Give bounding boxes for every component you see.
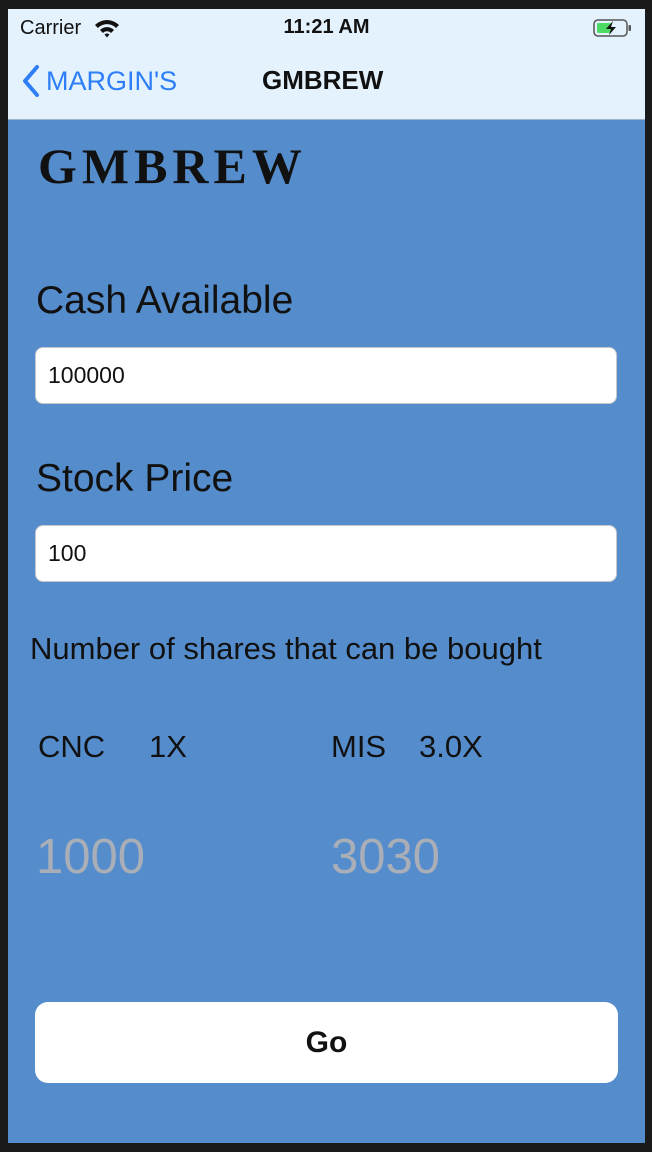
go-button[interactable]: Go bbox=[35, 1002, 618, 1083]
stock-price-input[interactable] bbox=[35, 525, 617, 582]
back-label: MARGIN'S bbox=[46, 65, 178, 96]
back-button[interactable]: MARGIN'S bbox=[22, 61, 177, 101]
chevron-left-icon bbox=[23, 65, 39, 97]
mis-multiplier: 3.0X bbox=[419, 729, 483, 764]
status-time: 11:21 AM bbox=[283, 16, 370, 38]
cash-available-input[interactable] bbox=[35, 347, 617, 404]
navigation-header: Carrier 11:21 AM MARGIN'S GMBREW bbox=[8, 9, 645, 120]
brand-title: GMBREW bbox=[38, 138, 307, 194]
mis-shares-value: 3030 bbox=[331, 830, 441, 884]
battery-charging-icon bbox=[593, 19, 631, 37]
cnc-label: CNC bbox=[38, 729, 106, 764]
nav-title: GMBREW bbox=[262, 65, 384, 95]
cash-available-label: Cash Available bbox=[36, 279, 294, 322]
cnc-multiplier: 1X bbox=[149, 729, 187, 764]
cnc-shares-value: 1000 bbox=[36, 830, 146, 884]
shares-heading: Number of shares that can be bought bbox=[30, 631, 542, 666]
app-screen: Carrier 11:21 AM MARGIN'S GMBREW GMBREW … bbox=[8, 9, 645, 1143]
mis-label: MIS bbox=[331, 729, 387, 764]
stock-price-label: Stock Price bbox=[36, 457, 234, 500]
